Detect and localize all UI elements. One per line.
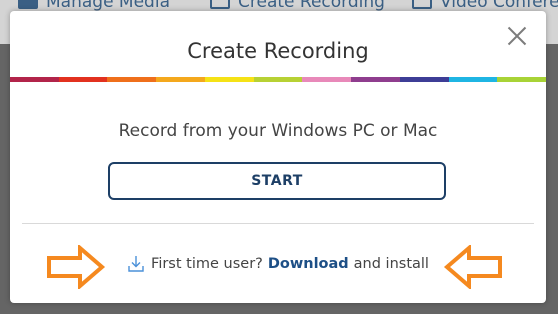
- record-prompt: Record from your Windows PC or Mac: [118, 121, 438, 141]
- download-link[interactable]: Download: [268, 256, 349, 272]
- rainbow-divider: [10, 77, 546, 82]
- footer-prefix: First time user?: [151, 256, 263, 272]
- divider: [22, 223, 534, 224]
- download-icon[interactable]: [127, 254, 145, 274]
- start-button[interactable]: START: [108, 162, 446, 200]
- footer-suffix: and install: [353, 256, 429, 272]
- arrow-left-icon: [443, 245, 502, 289]
- arrow-right-icon: [47, 245, 106, 289]
- recording-icon: [210, 0, 230, 9]
- media-icon: [18, 0, 38, 9]
- close-icon[interactable]: [505, 24, 529, 48]
- video-conference-icon: [412, 0, 432, 9]
- modal-title: Create Recording: [187, 39, 369, 63]
